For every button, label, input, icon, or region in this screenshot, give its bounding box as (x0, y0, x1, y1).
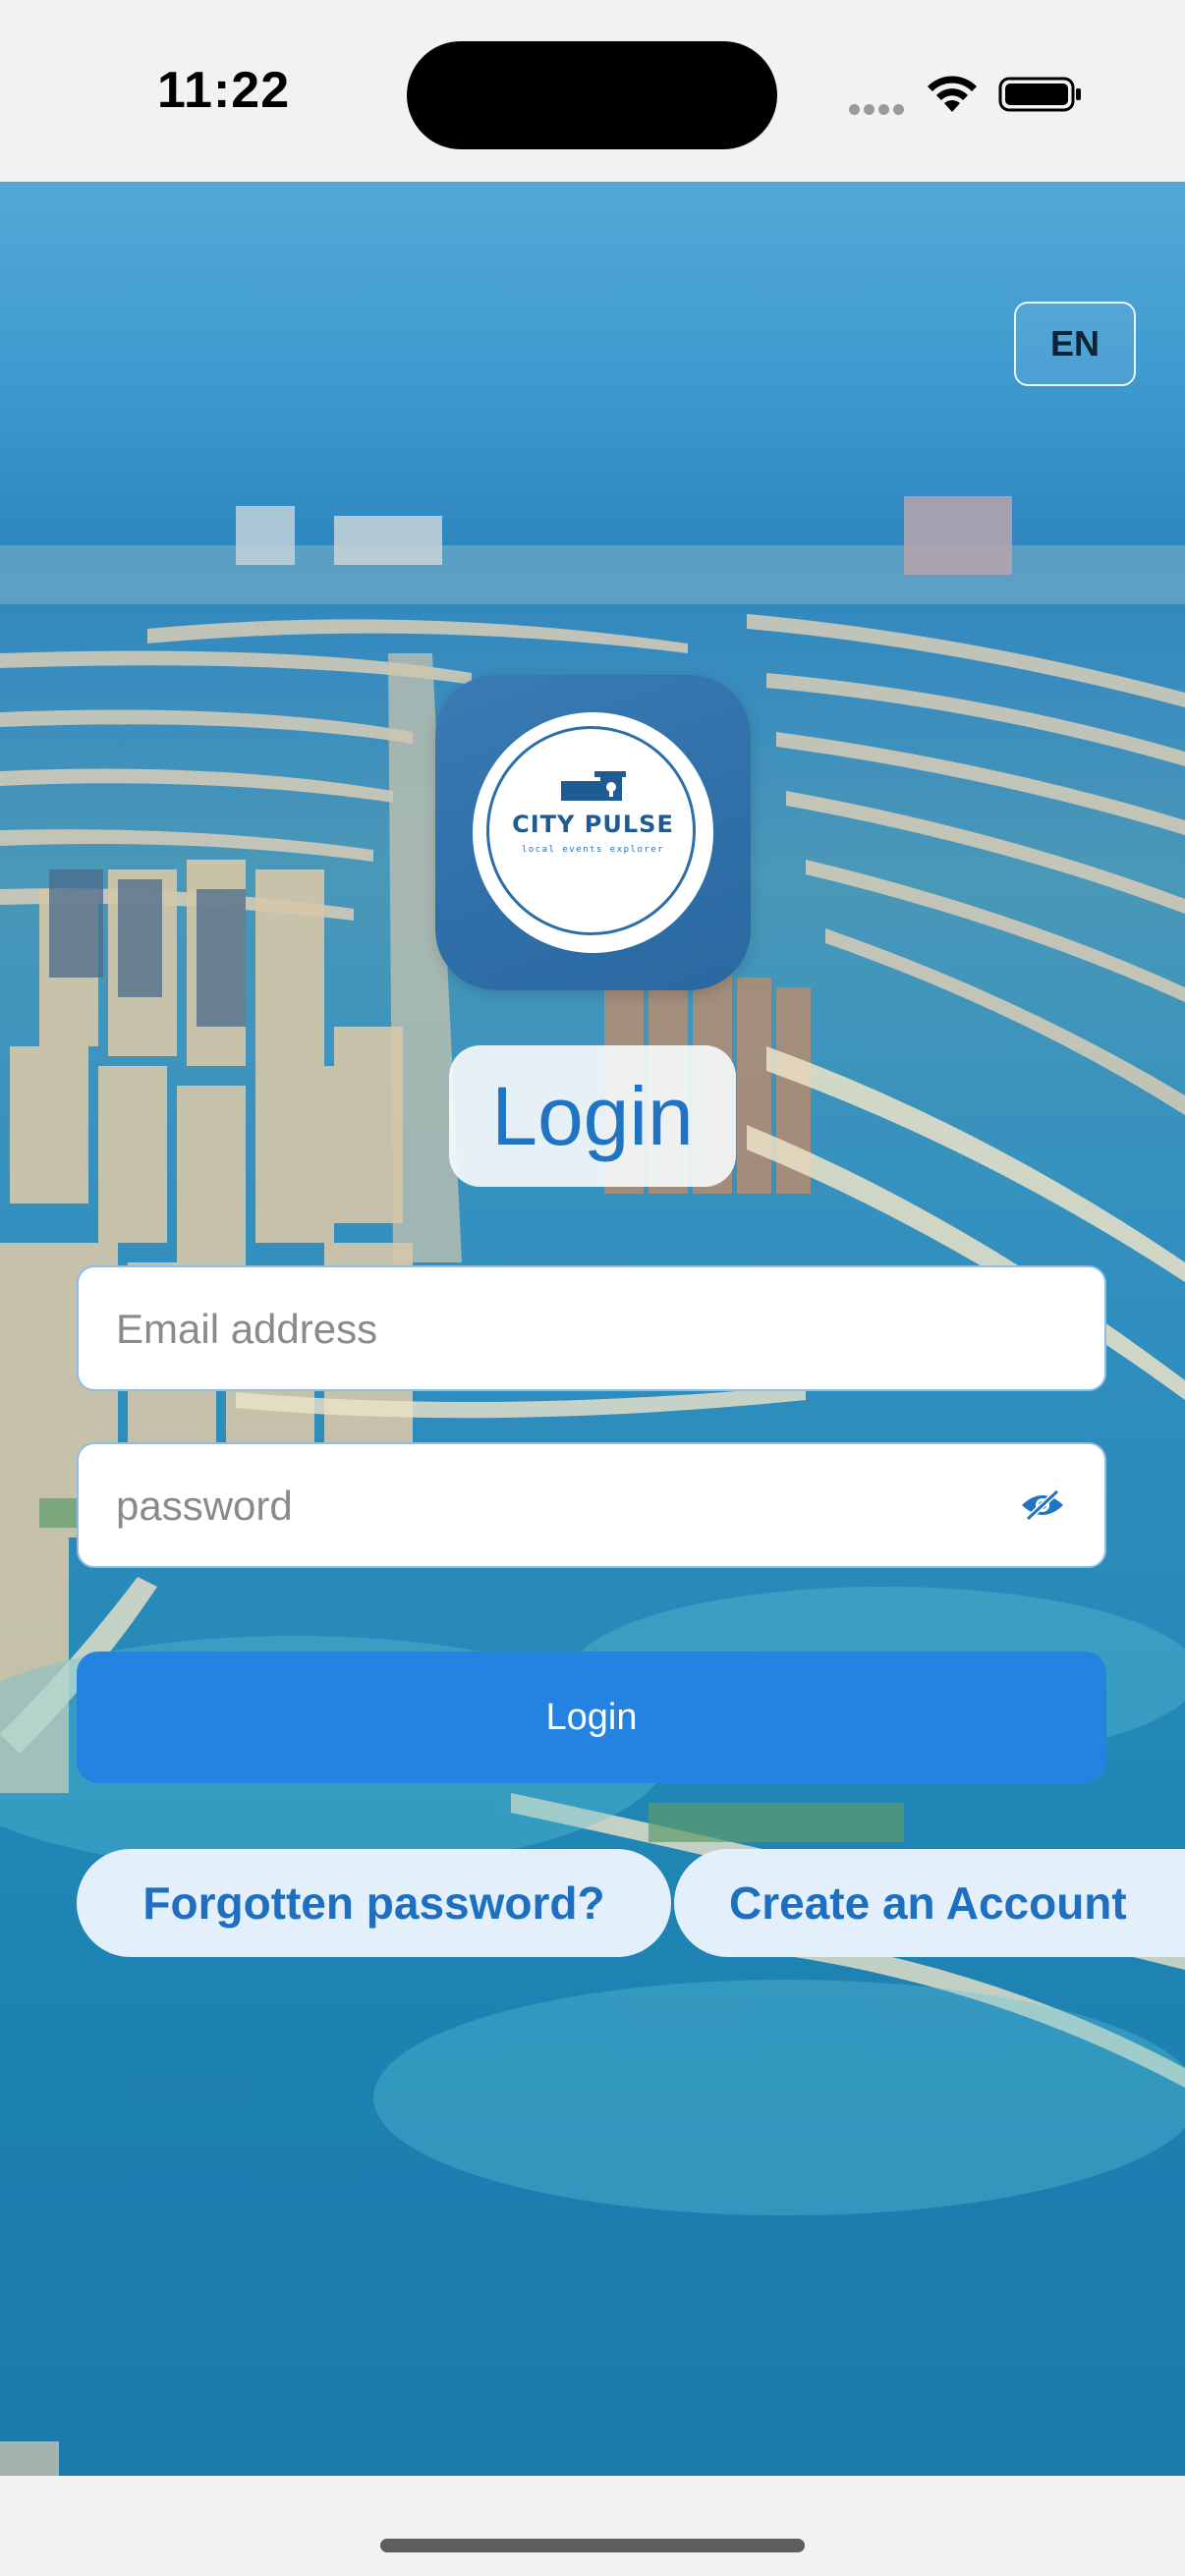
dynamic-island (407, 41, 777, 149)
wifi-icon (928, 76, 977, 112)
login-button[interactable]: Login (77, 1652, 1106, 1783)
home-indicator[interactable] (380, 2539, 805, 2552)
status-bar: 11:22 (0, 0, 1185, 182)
app-logo: CITY PULSE local events explorer (435, 675, 751, 990)
page-title-text: Login (491, 1069, 694, 1162)
eye-slash-icon[interactable] (1020, 1487, 1065, 1523)
logo-tagline: local events explorer (521, 845, 665, 855)
logo-name: CITY PULSE (512, 811, 674, 838)
language-button[interactable]: EN (1014, 302, 1136, 386)
logo-badge: CITY PULSE local events explorer (473, 712, 713, 953)
page-title: Login (449, 1045, 736, 1187)
status-time: 11:22 (157, 62, 291, 119)
password-input[interactable] (114, 1444, 1002, 1568)
password-field[interactable] (77, 1442, 1106, 1568)
email-field[interactable] (77, 1265, 1106, 1391)
battery-icon (998, 77, 1081, 112)
city-pin-icon (561, 771, 626, 801)
email-input[interactable] (114, 1267, 1002, 1391)
signal-dots-icon (849, 102, 908, 116)
home-area (0, 2476, 1185, 2576)
forgot-password-button[interactable]: Forgotten password? (77, 1849, 671, 1957)
create-account-button[interactable]: Create an Account (674, 1849, 1185, 1957)
